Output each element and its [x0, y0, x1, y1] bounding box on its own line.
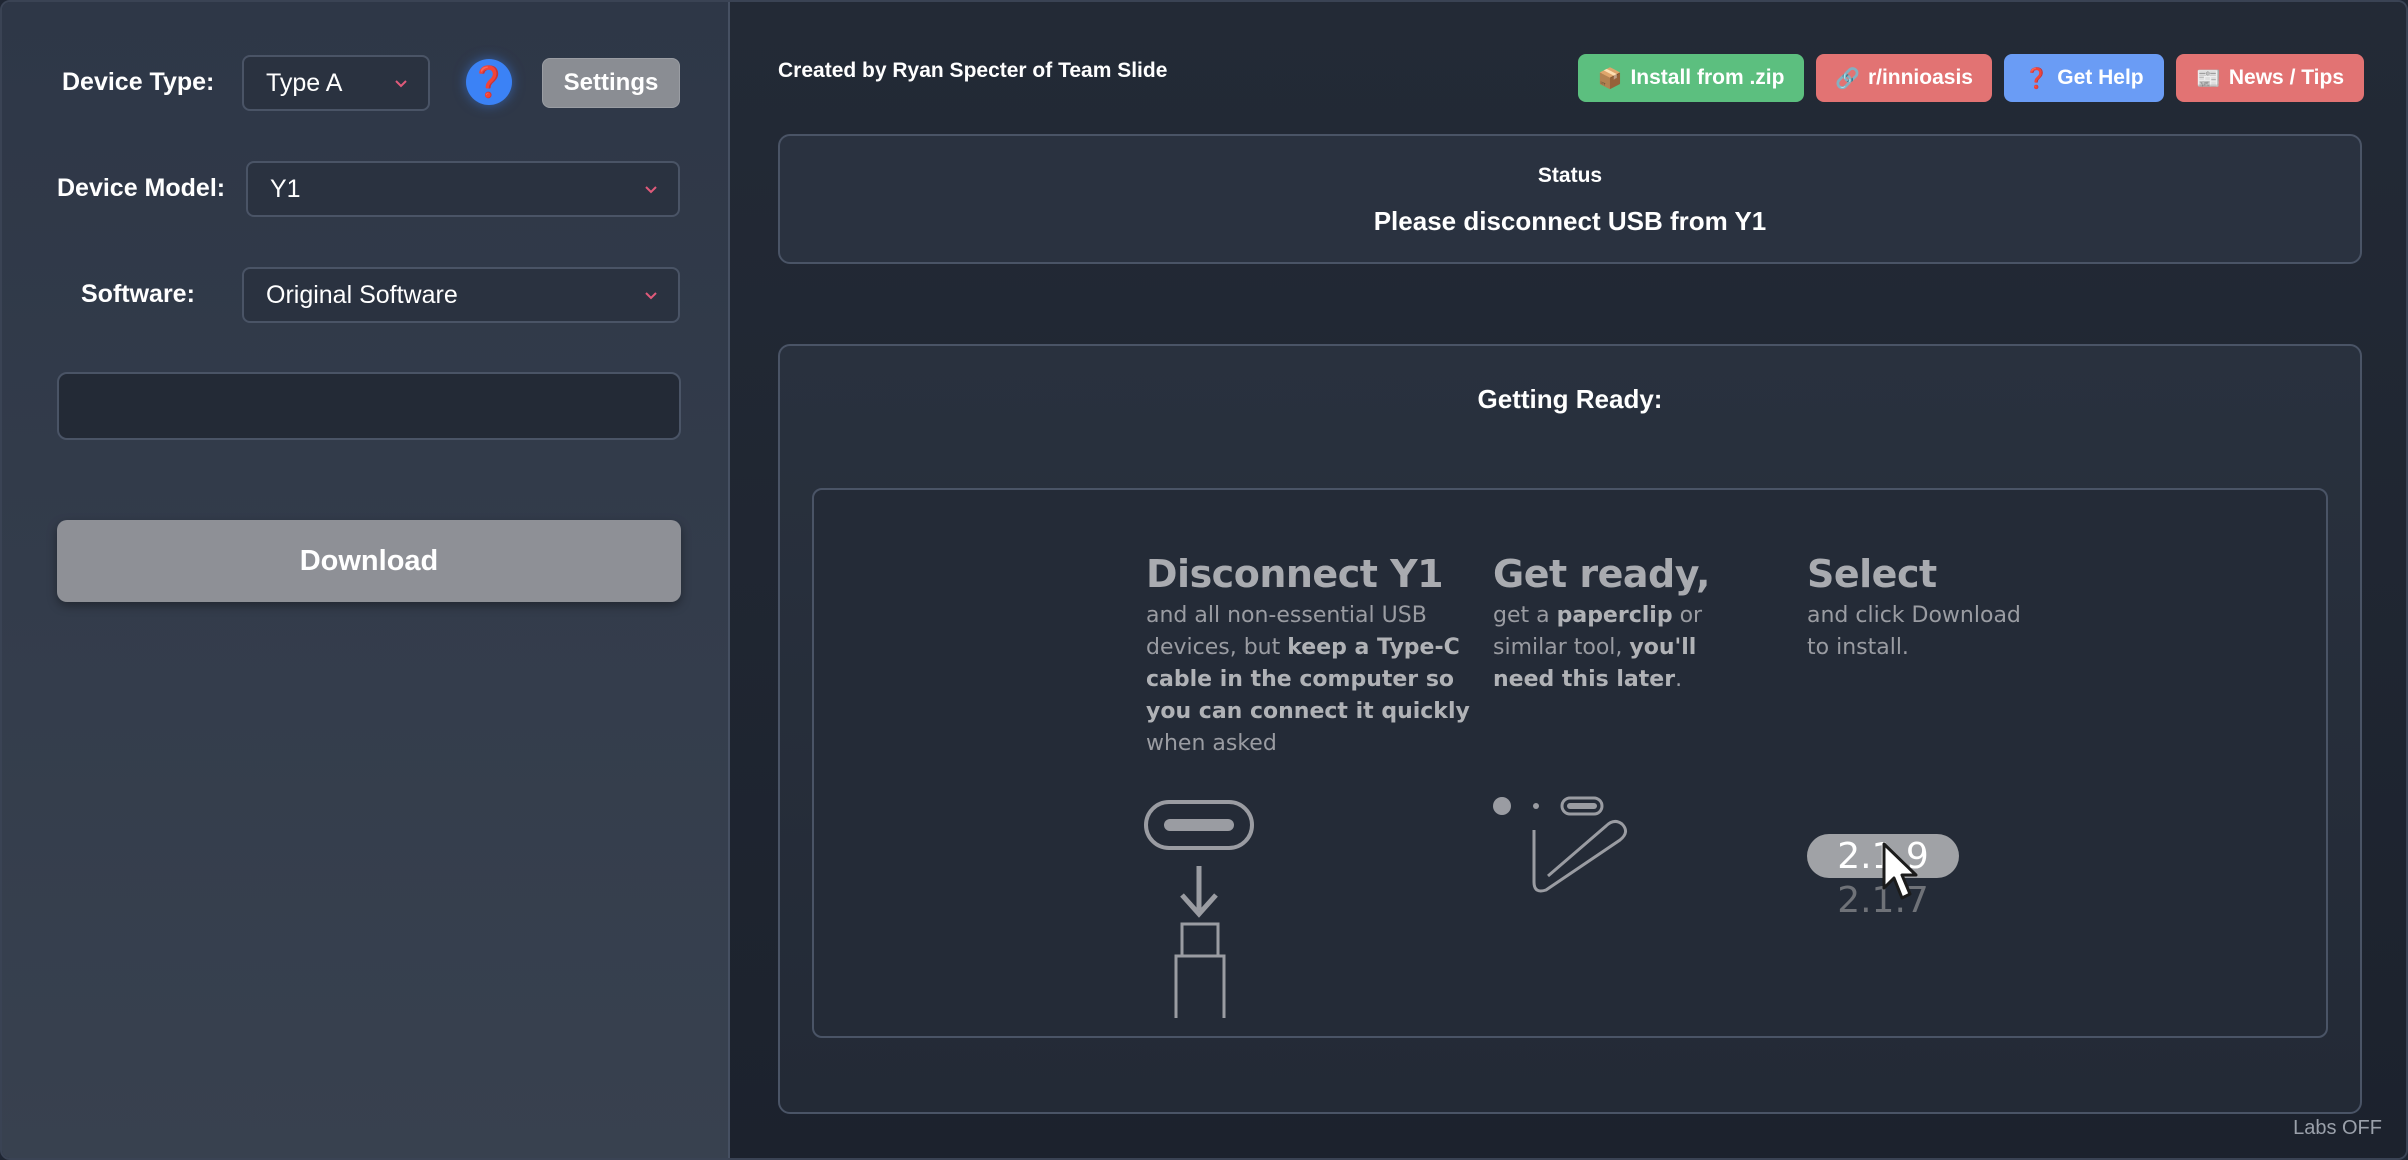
status-title: Status	[1537, 164, 1603, 187]
software-value: Original Software	[266, 280, 458, 309]
step-get-ready: Get ready, get a paperclip or similar to…	[1493, 552, 1723, 696]
software-select[interactable]: Original Software	[242, 267, 680, 323]
status-message: Please disconnect USB from Y1	[1373, 206, 1767, 236]
chevron-down-icon	[645, 186, 657, 194]
step-disconnect: Disconnect Y1 and all non-essential USB …	[1146, 552, 1476, 760]
subreddit-link-button[interactable]: 🔗 r/innioasis	[1816, 54, 1992, 102]
subreddit-label: r/innioasis	[1867, 66, 1973, 89]
step-heading: Get ready,	[1493, 552, 1710, 596]
chevron-down-icon	[645, 292, 657, 300]
settings-button[interactable]: Settings	[542, 58, 680, 108]
question-mark-icon: ❓	[470, 65, 508, 99]
step-heading: Disconnect Y1	[1146, 552, 1444, 596]
main-panel: Created by Ryan Specter of Team Slide 📦 …	[730, 2, 2406, 1158]
step-select: Select and click Download to install.	[1807, 552, 2047, 664]
question-mark-icon: ❓	[2024, 67, 2050, 90]
news-tips-label: News / Tips	[2228, 66, 2345, 89]
step-description: get a paperclip or similar tool, you'll …	[1493, 603, 1703, 692]
news-tips-button[interactable]: 📰 News / Tips	[2176, 54, 2364, 102]
get-help-button[interactable]: ❓ Get Help	[2004, 54, 2164, 102]
status-panel: Status Please disconnect USB from Y1	[778, 134, 2362, 264]
getting-ready-panel: Getting Ready: Disconnect Y1 and all non…	[778, 344, 2362, 1114]
install-from-zip-label: Install from .zip	[1630, 66, 1785, 89]
get-help-label: Get Help	[2057, 66, 2144, 89]
device-type-select[interactable]: Type A	[242, 55, 430, 111]
device-model-select[interactable]: Y1	[246, 161, 680, 217]
device-model-label: Device Model:	[57, 174, 226, 202]
sidebar: Device Type: Type A ❓ Settings Device Mo…	[2, 2, 730, 1158]
progress-field	[57, 372, 681, 440]
device-type-value: Type A	[266, 68, 343, 97]
device-type-label: Device Type:	[62, 68, 215, 96]
step-heading: Select	[1807, 552, 1937, 596]
link-icon: 🔗	[1835, 67, 1860, 90]
usb-c-cable-icon	[1144, 800, 1254, 1018]
help-button[interactable]: ❓	[466, 59, 512, 105]
download-button[interactable]: Download	[57, 520, 681, 602]
device-model-value: Y1	[270, 174, 301, 203]
credit-text: Created by Ryan Specter of Team Slide	[778, 59, 1168, 82]
package-icon: 📦	[1597, 67, 1623, 90]
newspaper-icon: 📰	[2195, 67, 2221, 90]
cursor-icon	[1882, 842, 1918, 900]
paperclip-icon	[1493, 796, 1627, 893]
app-window: Device Type: Type A ❓ Settings Device Mo…	[0, 0, 2408, 1160]
getting-ready-title: Getting Ready:	[1477, 384, 1663, 414]
chevron-down-icon	[395, 80, 407, 88]
labs-status[interactable]: Labs OFF	[2293, 1117, 2382, 1140]
install-from-zip-button[interactable]: 📦 Install from .zip	[1578, 54, 1804, 102]
steps-illustration: Disconnect Y1 and all non-essential USB …	[812, 488, 2328, 1038]
step-description: and all non-essential USB devices, but k…	[1146, 603, 1470, 756]
step-description: and click Download to install.	[1807, 603, 2021, 660]
software-label: Software:	[81, 280, 195, 308]
